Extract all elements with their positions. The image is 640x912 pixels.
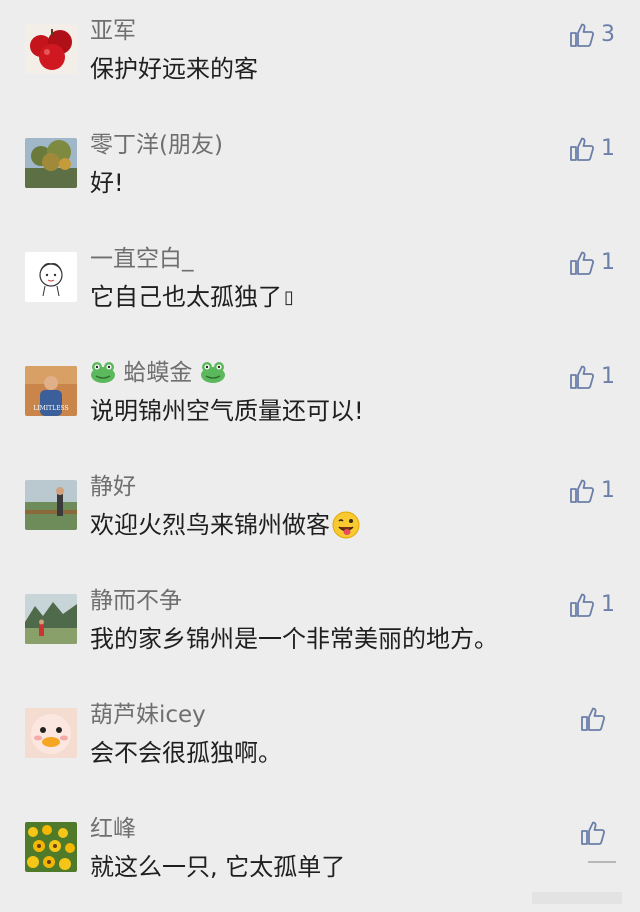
thumbs-up-icon xyxy=(569,136,595,162)
like-count: 1 xyxy=(601,364,615,389)
comment-item: 亚军 保护好远来的客 3 xyxy=(0,0,640,114)
comment-item: 一直空白_ 它自己也太孤独了 ▯ 1 xyxy=(0,228,640,342)
comment-item: 零丁洋(朋友) 好! 1 xyxy=(0,114,640,228)
thumbs-up-icon xyxy=(569,364,595,390)
like-count: 1 xyxy=(601,250,615,275)
like-button[interactable] xyxy=(580,704,612,734)
missing-glyph: ▯ xyxy=(284,287,294,308)
avatar[interactable] xyxy=(25,24,77,74)
comment-text: 保护好远来的客 xyxy=(90,55,258,83)
comment-item: LIMITLESS 蛤蟆金 说明锦州空气质量还可以! 1 xyxy=(0,342,640,456)
commenter-name-text: 蛤蟆金 xyxy=(123,360,193,386)
comment-item: 葫芦妹icey 会不会很孤独啊。 xyxy=(0,684,640,798)
like-button[interactable]: 1 xyxy=(569,476,615,506)
like-count: 1 xyxy=(601,478,615,503)
avatar[interactable] xyxy=(25,708,77,758)
avatar[interactable] xyxy=(25,822,77,872)
comment-text-content: 欢迎火烈鸟来锦州做客 xyxy=(90,511,330,539)
like-count: 3 xyxy=(601,22,615,47)
frog-icon xyxy=(90,360,116,392)
comment-text: 会不会很孤独啊。 xyxy=(90,739,282,767)
avatar[interactable] xyxy=(25,138,77,188)
like-button[interactable]: 3 xyxy=(569,20,615,50)
divider xyxy=(588,861,616,863)
avatar-caption: LIMITLESS xyxy=(33,405,68,412)
bottom-edge-shade xyxy=(532,892,622,904)
thumbs-up-icon xyxy=(569,250,595,276)
commenter-name[interactable]: 一直空白_ xyxy=(90,244,194,274)
thumbs-up-icon xyxy=(569,592,595,618)
winking-tongue-face-icon xyxy=(332,511,360,548)
thumbs-up-icon xyxy=(580,820,606,846)
avatar[interactable] xyxy=(25,252,77,302)
like-button[interactable]: 1 xyxy=(569,362,615,392)
commenter-name[interactable]: 静好 xyxy=(90,472,136,502)
comment-text: 它自己也太孤独了 ▯ xyxy=(90,280,294,315)
commenter-name[interactable]: 红峰 xyxy=(90,814,136,844)
comment-text: 说明锦州空气质量还可以! xyxy=(90,397,364,425)
thumbs-up-icon xyxy=(580,706,606,732)
avatar[interactable] xyxy=(25,480,77,530)
like-button[interactable]: 1 xyxy=(569,590,615,620)
comment-text: 我的家乡锦州是一个非常美丽的地方。 xyxy=(90,625,498,653)
avatar[interactable] xyxy=(25,594,77,644)
commenter-name[interactable]: 亚军 xyxy=(90,16,136,46)
like-count: 1 xyxy=(601,136,615,161)
comment-item: 静好 欢迎火烈鸟来锦州做客 1 xyxy=(0,456,640,570)
like-button[interactable] xyxy=(580,818,612,848)
thumbs-up-icon xyxy=(569,478,595,504)
commenter-name[interactable]: 静而不争 xyxy=(90,586,182,616)
like-button[interactable]: 1 xyxy=(569,248,615,278)
comment-item: 静而不争 我的家乡锦州是一个非常美丽的地方。 1 xyxy=(0,570,640,684)
avatar[interactable]: LIMITLESS xyxy=(25,366,77,416)
comment-text-content: 它自己也太孤独了 xyxy=(90,283,282,311)
like-count: 1 xyxy=(601,592,615,617)
commenter-name[interactable]: 葫芦妹icey xyxy=(90,700,206,730)
thumbs-up-icon xyxy=(569,22,595,48)
frog-icon xyxy=(200,360,226,392)
commenter-name[interactable]: 零丁洋(朋友) xyxy=(90,130,223,160)
commenter-name[interactable]: 蛤蟆金 xyxy=(90,358,226,392)
comment-text: 好! xyxy=(90,169,124,197)
comment-text: 欢迎火烈鸟来锦州做客 xyxy=(90,508,360,548)
comment-text: 就这么一只, 它太孤单了 xyxy=(90,853,346,881)
like-button[interactable]: 1 xyxy=(569,134,615,164)
